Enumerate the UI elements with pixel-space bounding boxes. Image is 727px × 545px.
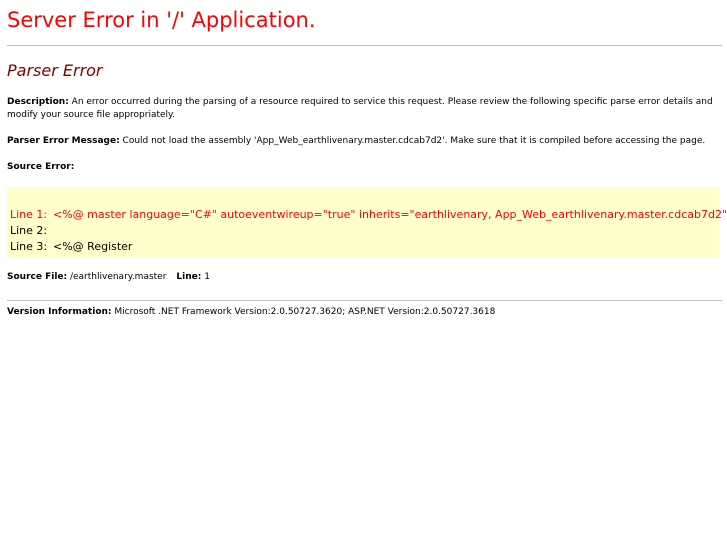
version-text: Microsoft .NET Framework Version:2.0.507…: [111, 307, 496, 317]
source-file-label: Source File:: [7, 272, 68, 282]
source-error-label: Source Error:: [7, 162, 75, 172]
source-code-lines: Line 1: <%@ master language="C#" autoeven…: [10, 207, 727, 255]
parser-message-text: Could not load the assembly 'App_Web_ear…: [119, 136, 706, 146]
code-line-text: <%@ master language="C#" autoeventwireup…: [53, 208, 727, 221]
source-error-heading: Source Error:: [7, 161, 719, 174]
source-code-box: Line 1: <%@ master language="C#" autoeven…: [7, 187, 727, 258]
description-text: An error occurred during the parsing of …: [7, 97, 713, 120]
source-file-value: /earthlivenary.master: [67, 272, 167, 282]
divider-bottom: [7, 300, 722, 301]
page-title: Server Error in '/' Application.: [7, 8, 316, 32]
code-line-2: Line 2:: [10, 223, 727, 239]
parser-message-label: Parser Error Message:: [7, 136, 120, 146]
parser-message-paragraph: Parser Error Message: Could not load the…: [7, 135, 719, 148]
error-subtitle: Parser Error: [7, 61, 103, 80]
source-file-paragraph: Source File: /earthlivenary.master Line: …: [7, 271, 719, 284]
code-line-1: Line 1: <%@ master language="C#" autoeven…: [10, 207, 727, 223]
source-line-value: 1: [201, 272, 210, 282]
version-paragraph: Version Information: Microsoft .NET Fram…: [7, 306, 719, 319]
source-line-label: Line:: [176, 272, 202, 282]
code-line-number: Line 1:: [10, 208, 48, 221]
code-line-number: Line 3:: [10, 240, 48, 253]
description-label: Description:: [7, 97, 69, 107]
description-paragraph: Description: An error occurred during th…: [7, 96, 719, 122]
code-line-number: Line 2:: [10, 224, 48, 237]
code-line-text: <%@ Register: [53, 240, 133, 253]
version-label: Version Information:: [7, 307, 112, 317]
code-line-3: Line 3: <%@ Register: [10, 239, 727, 255]
divider-top: [7, 45, 722, 46]
